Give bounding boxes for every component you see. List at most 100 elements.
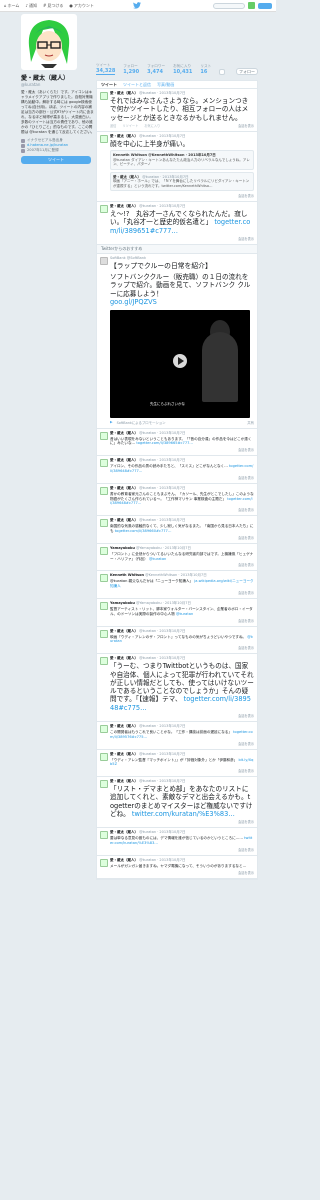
more-actions-button[interactable]: 会話を表示 [238,475,254,480]
tweet-author[interactable]: 愛・蔵太（蔵人） [110,858,138,862]
tweet-avatar[interactable] [100,92,108,100]
tweet-item[interactable]: 愛・蔵太（蔵人） @kuratan · 2013年10月7日 要は単なる意見の誰も… [97,828,257,856]
tweet-avatar[interactable] [100,431,108,440]
tweet-link[interactable]: togetter.com/li/389665#c777… [136,441,193,445]
tweet-avatar[interactable] [100,205,108,214]
tweet-avatar[interactable] [100,459,108,468]
more-actions-button[interactable]: 会話を表示 [238,847,254,852]
tweet-author[interactable]: Yamayaboku [110,546,135,550]
tweet-link[interactable]: @kuratan [176,612,193,616]
stat-following[interactable]: フォロー 1,290 [123,64,139,75]
tweet-avatar[interactable] [100,780,108,789]
tweet-author[interactable]: 愛・蔵太（蔵人） [110,204,138,208]
tab-with-replies[interactable]: ツイートと返信 [123,82,151,88]
tweet-author[interactable]: 愛・蔵太（蔵人） [110,724,138,728]
tweet-item[interactable]: 愛・蔵太（蔵人） @kuratan · 2013年10月7日 「ウディ・アレン監督… [97,750,257,778]
share-button[interactable]: 共有 [247,420,254,425]
tweet-item[interactable]: 愛・蔵太（蔵人） @kuratan · 2013年10月7日 この開発者はもうこれ… [97,722,257,750]
profile-handle[interactable]: @kuratan [21,82,95,87]
more-actions-button[interactable]: 会話を表示 [238,590,254,595]
more-actions-button[interactable]: 会話を表示 [238,645,254,650]
tab-tweets[interactable]: ツイート [101,82,117,88]
promoted-link[interactable]: goo.gl/JPQZVS [110,298,254,307]
view-conversation-link[interactable]: 会話を表示 [238,193,254,198]
tweet-item[interactable]: 愛・蔵太（蔵人） @kuratan · 2013年10月7日 それではみなさんさ… [97,89,257,132]
tweet-link[interactable]: twitter.com/kuratan/%E3%83… [132,810,235,818]
tweet-link[interactable]: togetter.com/li/389660#c777… [115,529,172,533]
tweet-to-button[interactable]: ツイート [21,156,91,164]
more-actions-button[interactable]: 会話を表示 [238,507,254,512]
tweet-item[interactable]: 愛・蔵太（蔵人） @kuratan · 2013年10月7日 南国的な気風の感触的… [97,516,257,544]
tweet-avatar[interactable] [100,519,108,528]
tweet-author[interactable]: 愛・蔵太（蔵人） [110,752,138,756]
tweet-item[interactable]: 愛・蔵太（蔵人） @kuratan · 2013年10月7日 書かの教育者家元さん… [97,484,257,517]
advertiser-account[interactable]: SoftBank @SoftBank [110,256,254,260]
conversation-reply[interactable]: 愛・蔵太（蔵人） @kuratan · 2013年10月7日 映画『アニー・ホー… [110,171,254,192]
stat-lists[interactable]: リスト 16 [200,64,211,75]
profile-avatar[interactable] [21,14,77,70]
gear-icon[interactable] [219,69,226,75]
promoted-tweet[interactable]: SoftBank @SoftBank 【ラップでクルーの日常を紹介】 ソフトバン… [97,254,257,429]
favorite-button[interactable]: お気に入り [144,123,160,128]
stat-followers[interactable]: フォロワー 3,474 [147,64,165,75]
tweet-author[interactable]: 愛・蔵太（蔵人） [110,486,138,490]
tweet-item[interactable]: 愛・蔵太（蔵人） @kuratan · 2013年10月7日 顔を中心に上半身が… [97,132,257,203]
more-actions-button[interactable]: 会話を表示 [238,819,254,824]
more-actions-button[interactable]: 会話を表示 [238,741,254,746]
tab-media[interactable]: 写真/動画 [157,82,174,88]
tweet-avatar[interactable] [100,134,108,143]
view-conversation-link[interactable]: 会話を表示 [238,236,254,241]
tweet-avatar[interactable] [100,546,108,555]
more-actions-button[interactable]: 会話を表示 [238,768,254,773]
tweet-avatar[interactable] [100,486,108,495]
stat-tweets[interactable]: ツイート 34,328 [96,63,116,75]
play-icon[interactable] [173,353,187,368]
tweet-item[interactable]: Yamayaboku @Yamayaboku · 2013年10月7日 監督アーテ… [97,599,257,627]
nav-discover[interactable]: # 見つける [43,3,63,9]
tweet-item[interactable]: 愛・蔵太（蔵人） @kuratan · 2013年10月7日 メールがガンガン届き… [97,856,257,879]
tweet-avatar[interactable] [100,831,108,840]
video-player[interactable]: 先生にらぶれさいかな [110,309,250,418]
retweet-button[interactable]: リツイート [122,123,138,128]
tweet-author[interactable]: 愛・蔵太（蔵人） [110,779,138,783]
twitter-bird-icon[interactable] [133,2,141,9]
tweet-item[interactable]: 愛・蔵太（蔵人） @kuratan · 2013年10月7日 「リスト・デマまとめ… [97,777,257,829]
nav-home[interactable]: ⌂ ホーム [4,3,19,9]
tweet-author[interactable]: Kenneth Whitson [110,573,144,577]
tweet-avatar[interactable] [100,602,108,611]
tweet-avatar[interactable] [100,574,108,583]
tweet-item[interactable]: 愛・蔵太（蔵人） @kuratan · 2013年10月7日 アイロン、その作品の… [97,456,257,484]
more-actions-button[interactable]: 会話を表示 [238,713,254,718]
tweet-item[interactable]: 愛・蔵太（蔵人） @kuratan · 2013年10月7日 昔はいい表現をみない… [97,429,257,457]
tweet-item[interactable]: 愛・蔵太（蔵人） @kuratan · 2013年10月7日 「うーむ、つまりTw… [97,654,257,722]
follow-button[interactable]: フォロー [236,68,258,75]
more-actions-button[interactable]: 会話を表示 [238,562,254,567]
view-conversation-link[interactable]: 会話を表示 [238,123,254,128]
more-actions-button[interactable]: 会話を表示 [238,447,254,452]
tweet-avatar[interactable] [100,657,108,666]
tweet-link[interactable]: @kuratan [149,557,166,561]
account-avatar[interactable] [248,2,255,9]
tweet-avatar[interactable] [100,725,108,733]
nav-me[interactable]: ● アカウント [69,3,94,9]
tweet-author[interactable]: 愛・蔵太（蔵人） [110,629,138,633]
tweet-author[interactable]: 愛・蔵太（蔵人） [110,830,138,834]
conversation-reply[interactable]: Kenneth Whitson @KennethWhitson · 2013年1… [110,150,254,170]
more-actions-button[interactable]: 会話を表示 [238,618,254,623]
tweet-avatar[interactable] [100,629,108,638]
more-actions-button[interactable]: 会話を表示 [238,870,254,875]
tweet-item[interactable]: 愛・蔵太（蔵人） @kuratan · 2013年10月7日 映画『ウディ・アレン… [97,627,257,655]
tweet-avatar[interactable] [100,858,108,867]
reply-button[interactable]: 返信 [110,123,116,128]
advertiser-avatar[interactable] [100,257,108,266]
tweet-author[interactable]: 愛・蔵太（蔵人） [110,518,138,522]
nav-notifications[interactable]: ♪ 通知 [25,3,37,9]
tweet-author[interactable]: 愛・蔵太（蔵人） [110,134,138,138]
more-actions-button[interactable]: 会話を表示 [238,535,254,540]
tweet-author[interactable]: Yamayaboku [110,601,135,605]
search-input[interactable] [213,2,245,9]
tweet-item[interactable]: Kenneth Whitson @KennethWhitson · 2013年1… [97,571,257,600]
tweet-author[interactable]: 愛・蔵太（蔵人） [110,431,138,435]
tweet-author[interactable]: 愛・蔵太（蔵人） [110,458,138,462]
tweet-author[interactable]: 愛・蔵太（蔵人） [110,656,138,660]
